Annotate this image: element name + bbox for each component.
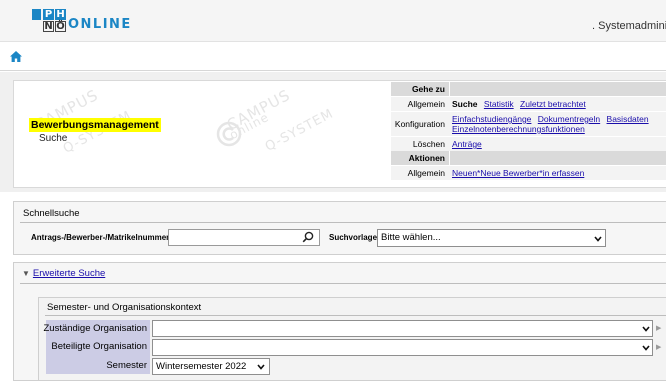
link-dokumentregeln[interactable]: Dokumentregeln (538, 114, 600, 124)
suchvorlage-select[interactable]: Bitte wählen... (377, 229, 606, 247)
aktionen-row-allgemein: Allgemein Neuen*Neue Bewerber*in erfasse… (391, 165, 666, 180)
chevron-down-icon (642, 345, 650, 351)
gehe-zu-header: Gehe zu (391, 82, 666, 96)
zustaendige-organisation-label: Zuständige Organisation (43, 323, 147, 334)
gehe-zu-row-loeschen: Löschen Anträge (391, 136, 666, 151)
link-neuen-bewerber-erfassen[interactable]: Neuen*Neue Bewerber*in erfassen (452, 168, 584, 178)
semester-label: Semester (106, 360, 147, 371)
semester-org-context-divider (45, 315, 666, 316)
erweiterte-suche-toggle[interactable]: ▼ Erweiterte Suche (22, 268, 105, 279)
link-statistik[interactable]: Statistik (484, 99, 514, 109)
top-bar: P H N Ö ONLINE . Systemadminis (0, 0, 666, 42)
current-page-suche: Suche (452, 99, 478, 109)
search-number-label: Antrags-/Bewerber-/Matrikelnummer (31, 233, 170, 242)
watermark-system-2: Q-SYSTEM (262, 106, 337, 155)
schnellsuche-title: Schnellsuche (23, 208, 80, 219)
link-zuletzt-betrachtet[interactable]: Zuletzt betrachtet (520, 99, 586, 109)
nav-bar (0, 43, 666, 71)
user-role-label[interactable]: . Systemadminis (592, 20, 666, 32)
chevron-down-icon (257, 364, 265, 370)
expand-right-arrow-icon[interactable]: ▶ (656, 324, 661, 332)
chevron-down-icon (642, 326, 650, 332)
erweiterte-suche-divider (20, 283, 666, 284)
zustaendige-organisation-select[interactable] (152, 320, 653, 337)
page-subtitle: Suche (39, 133, 68, 144)
chevron-down-icon (594, 236, 602, 242)
beteiligte-organisation-label: Beteiligte Organisation (51, 341, 147, 352)
expand-triangle-icon: ▼ (22, 269, 30, 278)
link-einzelnotenberechnungsfunktionen[interactable]: Einzelnotenberechnungsfunktionen (452, 124, 585, 134)
semester-value: Wintersemester 2022 (156, 361, 247, 372)
home-icon[interactable] (9, 50, 23, 63)
aktionen-header: Aktionen (391, 151, 666, 165)
erweiterte-suche-link[interactable]: Erweiterte Suche (33, 268, 105, 279)
gehe-zu-row-allgemein: Allgemein Suche Statistik Zuletzt betrac… (391, 96, 666, 111)
beteiligte-organisation-select[interactable] (152, 339, 653, 356)
form-label-column: Zuständige Organisation Beteiligte Organ… (43, 320, 150, 374)
suchvorlage-label: Suchvorlage (329, 233, 378, 242)
copyright-watermark-icon (216, 121, 242, 147)
schnellsuche-divider (20, 222, 666, 223)
link-einfachstudiengaenge[interactable]: Einfachstudiengänge (452, 114, 531, 124)
search-number-input[interactable] (168, 229, 320, 246)
ph-noe-online-logo[interactable]: P H N Ö ONLINE (32, 9, 130, 35)
gehe-zu-row-konfiguration: Konfiguration Einfachstudiengänge Dokume… (391, 111, 666, 136)
suchvorlage-value: Bitte wählen... (381, 232, 441, 243)
page-title: Bewerbungsmanagement (29, 118, 161, 132)
expand-right-arrow-icon[interactable]: ▶ (656, 343, 661, 351)
semester-org-context-title: Semester- und Organisationskontext (47, 302, 202, 313)
link-antraege[interactable]: Anträge (452, 139, 482, 149)
link-basisdaten[interactable]: Basisdaten (607, 114, 649, 124)
semester-select[interactable]: Wintersemester 2022 (152, 358, 270, 375)
gehe-zu-panel: Gehe zu Allgemein Suche Statistik Zuletz… (391, 82, 666, 180)
search-icon[interactable] (302, 231, 314, 243)
